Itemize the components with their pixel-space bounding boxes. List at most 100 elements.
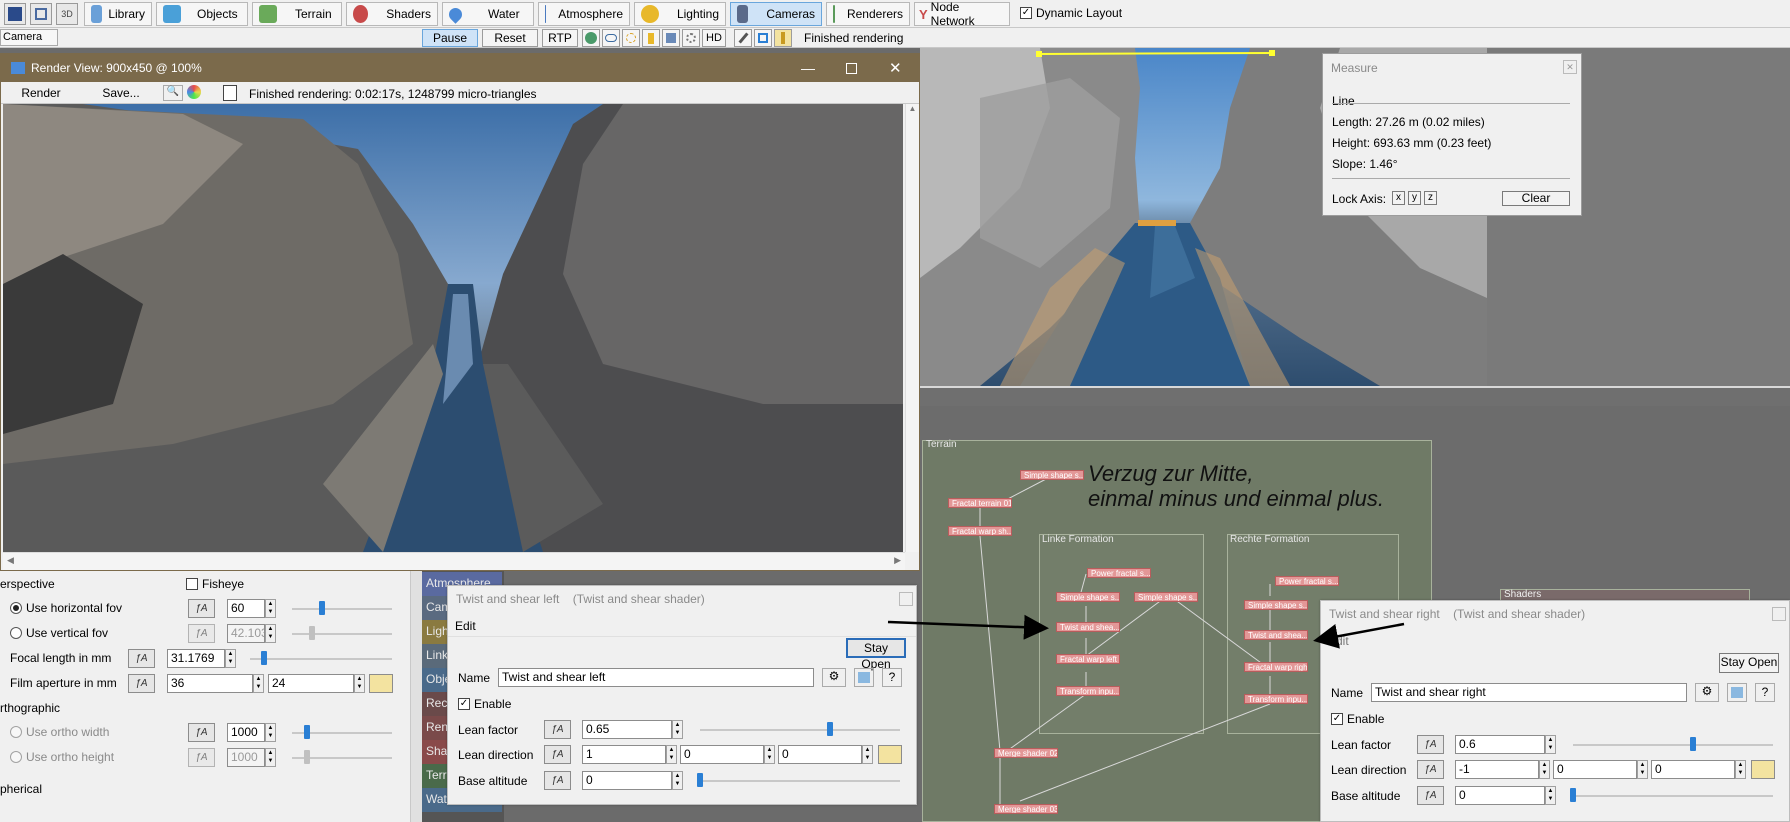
- hd-button[interactable]: HD: [702, 29, 726, 47]
- objects-button[interactable]: Objects: [156, 2, 248, 26]
- ortho-height-slider-knob[interactable]: [304, 750, 310, 764]
- node-twist-shear-right[interactable]: Twist and shea...: [1244, 630, 1308, 640]
- name-input[interactable]: Twist and shear right: [1371, 683, 1687, 702]
- lean-direction-preset-icon[interactable]: [1751, 760, 1775, 779]
- render-button[interactable]: Render: [5, 84, 77, 102]
- dynamic-layout-toggle[interactable]: ✓ Dynamic Layout: [1020, 6, 1122, 20]
- node-fractal-terrain[interactable]: Fractal terrain 01: [948, 498, 1012, 508]
- ortho-width-input[interactable]: 1000: [227, 723, 265, 742]
- sphere-preview-icon[interactable]: [582, 29, 600, 47]
- cloud-preview-icon[interactable]: [602, 29, 620, 47]
- lean-direction-x-input[interactable]: 1: [582, 745, 666, 764]
- lean-direction-x-spinner[interactable]: ▲ ▼: [666, 745, 677, 764]
- light-preview-icon[interactable]: [642, 29, 660, 47]
- vertical-fov-slider-knob[interactable]: [309, 626, 315, 640]
- ortho-height-function-button[interactable]: ƒA: [188, 748, 215, 767]
- scroll-left-icon[interactable]: ◀: [7, 555, 14, 566]
- node-twist-shear-left[interactable]: Twist and shea...: [1056, 622, 1120, 632]
- library-button[interactable]: Library: [84, 2, 152, 26]
- horizontal-scrollbar[interactable]: ◀ ▶: [3, 552, 905, 570]
- lean-factor-input[interactable]: 0.65: [582, 720, 672, 739]
- stay-open-button[interactable]: Stay Open: [846, 638, 906, 671]
- horizontal-fov-spinner[interactable]: ▲ ▼: [265, 599, 276, 618]
- node-merge-shader-03[interactable]: Merge shader 03: [994, 804, 1058, 814]
- ortho-width-slider-knob[interactable]: [304, 725, 310, 739]
- node-transform-left[interactable]: Transform inpu...: [1056, 686, 1120, 696]
- film-aperture-height-spinner[interactable]: ▲ ▼: [354, 674, 365, 693]
- vertical-fov-input[interactable]: 42.103: [227, 624, 265, 643]
- focal-length-slider[interactable]: [250, 658, 392, 660]
- lean-factor-spinner[interactable]: ▲ ▼: [1545, 735, 1556, 754]
- lean-factor-function-button[interactable]: ƒA: [544, 720, 571, 739]
- base-altitude-input[interactable]: 0: [582, 771, 672, 790]
- terrain-button[interactable]: Terrain: [252, 2, 342, 26]
- save-button[interactable]: Save...: [85, 84, 157, 102]
- edit-menu[interactable]: Edit: [1328, 634, 1349, 648]
- ruler-icon[interactable]: [774, 29, 792, 47]
- pane-separator[interactable]: [920, 386, 1790, 406]
- ortho-width-spinner[interactable]: ▲ ▼: [265, 723, 276, 742]
- film-aperture-height-input[interactable]: 24: [268, 674, 354, 693]
- renderers-button[interactable]: Renderers: [826, 2, 910, 26]
- base-altitude-spinner[interactable]: ▲ ▼: [672, 771, 683, 790]
- lean-direction-y-spinner[interactable]: ▲ ▼: [1637, 760, 1648, 779]
- brush-icon[interactable]: [734, 29, 752, 47]
- node-simple-shape-left-2[interactable]: Simple shape s...: [1134, 592, 1198, 602]
- atmosphere-button[interactable]: Atmosphere: [538, 2, 630, 26]
- film-aperture-width-spinner[interactable]: ▲ ▼: [253, 674, 264, 693]
- base-altitude-slider[interactable]: [700, 780, 900, 782]
- lean-direction-z-spinner[interactable]: ▲ ▼: [1735, 760, 1746, 779]
- lean-direction-x-spinner[interactable]: ▲ ▼: [1539, 760, 1550, 779]
- focal-length-slider-knob[interactable]: [261, 651, 267, 665]
- base-altitude-function-button[interactable]: ƒA: [544, 771, 571, 790]
- focal-length-function-button[interactable]: ƒA: [128, 649, 155, 668]
- close-icon[interactable]: [899, 592, 913, 606]
- preview-icon[interactable]: [854, 668, 874, 687]
- scroll-right-icon[interactable]: ▶: [894, 555, 901, 566]
- lean-direction-x-input[interactable]: -1: [1455, 760, 1539, 779]
- gear-icon[interactable]: ⚙: [822, 668, 846, 687]
- focal-length-input[interactable]: 31.1769: [167, 649, 225, 668]
- lean-factor-slider-knob[interactable]: [1690, 737, 1696, 751]
- lean-factor-slider-knob[interactable]: [827, 722, 833, 736]
- horizontal-fov-radio[interactable]: [10, 602, 22, 614]
- lean-factor-slider[interactable]: [700, 729, 900, 731]
- vertical-fov-function-button[interactable]: ƒA: [188, 624, 215, 643]
- lock-z-button[interactable]: z: [1424, 191, 1437, 205]
- base-altitude-input[interactable]: 0: [1455, 786, 1545, 805]
- document-icon[interactable]: [223, 85, 237, 101]
- rtp-button[interactable]: RTP: [542, 29, 578, 47]
- vertical-fov-radio[interactable]: [10, 627, 22, 639]
- stay-open-button[interactable]: Stay Open: [1719, 653, 1779, 673]
- edit-menu[interactable]: Edit: [455, 619, 476, 633]
- node-fractal-warp-right[interactable]: Fractal warp right: [1244, 662, 1308, 672]
- enable-checkbox[interactable]: ✓: [1331, 713, 1343, 725]
- fisheye-checkbox[interactable]: [186, 578, 198, 590]
- lean-direction-preset-icon[interactable]: [878, 745, 902, 764]
- node-simple-shape-right[interactable]: Simple shape s...: [1244, 600, 1308, 610]
- node-power-fractal-left[interactable]: Power fractal s...: [1087, 568, 1151, 578]
- name-input[interactable]: Twist and shear left: [498, 668, 814, 687]
- clear-button[interactable]: Clear: [1502, 191, 1570, 206]
- horizontal-fov-function-button[interactable]: ƒA: [188, 599, 215, 618]
- node-transform-right[interactable]: Transform inpu...: [1244, 694, 1308, 704]
- camera-tab[interactable]: Camera: [0, 29, 58, 46]
- node-simple-shape-left-1[interactable]: Simple shape s...: [1056, 592, 1120, 602]
- lock-x-button[interactable]: x: [1392, 191, 1405, 205]
- node-merge-shader-02[interactable]: Merge shader 02: [994, 748, 1058, 758]
- lean-factor-input[interactable]: 0.6: [1455, 735, 1545, 754]
- film-aperture-preset-icon[interactable]: [369, 674, 393, 693]
- help-icon[interactable]: ?: [1755, 683, 1775, 702]
- render-window-titlebar[interactable]: Render View: 900x450 @ 100% — ✕: [1, 54, 919, 82]
- node-power-fractal-right[interactable]: Power fractal s...: [1275, 576, 1339, 586]
- ortho-width-radio[interactable]: [10, 726, 22, 738]
- render-preview-icon[interactable]: [30, 3, 52, 25]
- base-altitude-function-button[interactable]: ƒA: [1417, 786, 1444, 805]
- ortho-height-input[interactable]: 1000: [227, 748, 265, 767]
- zoom-icon[interactable]: 🔍: [163, 85, 183, 101]
- gear-preview-icon[interactable]: [682, 29, 700, 47]
- enable-checkbox[interactable]: ✓: [458, 698, 470, 710]
- base-altitude-slider[interactable]: [1573, 795, 1773, 797]
- vertical-fov-slider[interactable]: [292, 633, 392, 635]
- water-button[interactable]: Water: [442, 2, 534, 26]
